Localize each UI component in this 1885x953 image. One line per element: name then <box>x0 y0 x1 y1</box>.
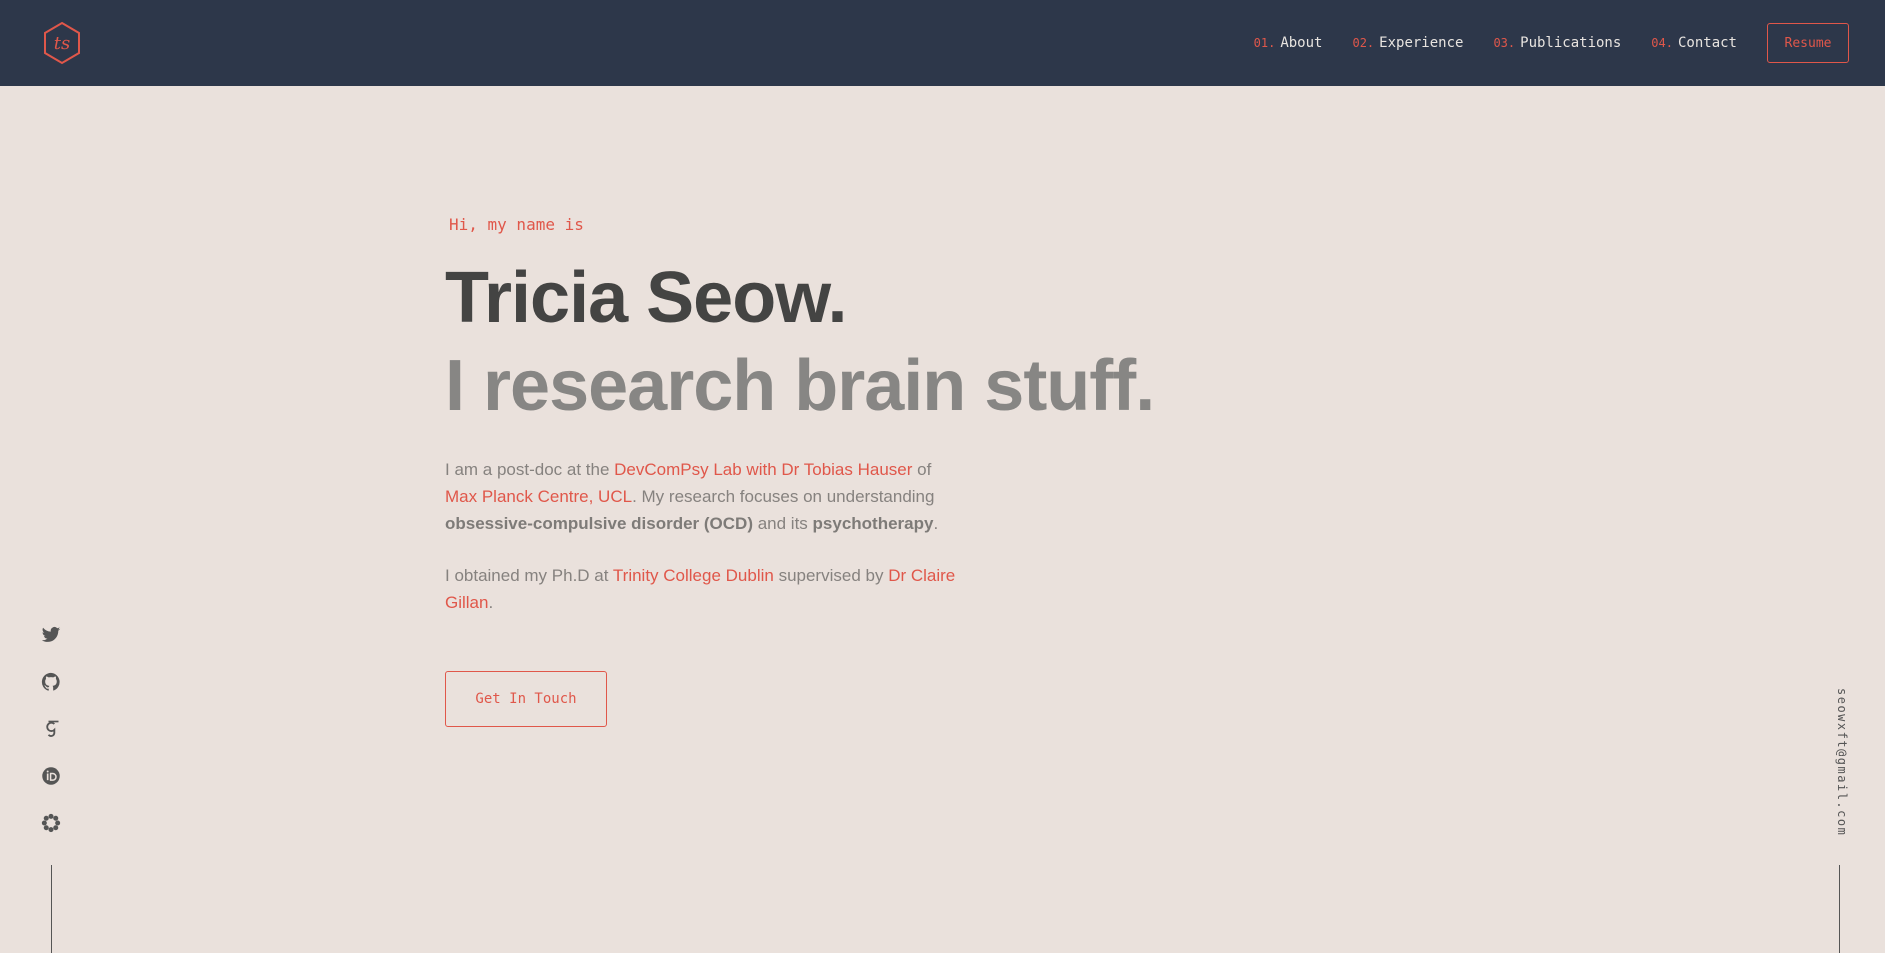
hero-section: Hi, my name is Tricia Seow. I research b… <box>445 215 1225 727</box>
nav-number: 02. <box>1352 36 1375 50</box>
devcompsy-lab-link[interactable]: DevComPsy Lab with Dr Tobias Hauser <box>614 460 912 479</box>
bio-text: and its <box>752 514 813 533</box>
social-links <box>38 622 64 857</box>
nav-number: 03. <box>1493 36 1516 50</box>
right-vertical-line <box>1839 865 1840 953</box>
researchgate-icon <box>41 813 61 833</box>
top-navbar: ts 01. About 02. Experience 03. Publication… <box>0 0 1885 86</box>
orcid-link[interactable] <box>38 763 64 789</box>
bio-text: supervised by <box>773 566 889 585</box>
bio-text: . My research focuses on understanding <box>632 487 935 506</box>
bio-emphasis-ocd: obsessive-compulsive disorder (OCD) <box>445 514 753 533</box>
bio-paragraph-2: I obtained my Ph.D at Trinity College Du… <box>445 562 965 616</box>
nav-item-contact[interactable]: 04. Contact <box>1651 35 1737 51</box>
left-vertical-line <box>51 865 52 953</box>
nav-label: Contact <box>1677 35 1737 51</box>
orcid-icon <box>42 767 60 785</box>
bio-emphasis-psychotherapy: psychotherapy <box>812 514 934 533</box>
max-planck-link[interactable]: Max Planck Centre, UCL <box>445 487 632 506</box>
nav-item-about[interactable]: 01. About <box>1254 35 1323 51</box>
bio-text: I am a post-doc at the <box>445 460 615 479</box>
google-scholar-link[interactable] <box>38 716 64 742</box>
name-heading: Tricia Seow. <box>445 258 848 338</box>
nav-right: 01. About 02. Experience 03. Publications 0… <box>1254 23 1849 63</box>
bio-text: I obtained my Ph.D at <box>445 566 613 585</box>
nav-label: Experience <box>1379 35 1464 51</box>
tagline-heading: I research brain stuff. <box>445 346 1155 426</box>
email-link[interactable]: seowxft@gmail.com <box>1835 688 1849 836</box>
bio-paragraph-1: I am a post-doc at the DevComPsy Lab wit… <box>445 456 965 537</box>
github-link[interactable] <box>38 669 64 695</box>
nav-links: 01. About 02. Experience 03. Publications 0… <box>1254 35 1737 51</box>
greeting-text: Hi, my name is <box>449 215 584 234</box>
email-sidebar: seowxft@gmail.com <box>1835 688 1861 838</box>
twitter-link[interactable] <box>38 622 64 648</box>
github-icon <box>41 672 60 691</box>
nav-label: About <box>1280 35 1323 51</box>
researchgate-link[interactable] <box>38 810 64 836</box>
bio-text: . <box>933 514 939 533</box>
bio-text: of <box>912 460 932 479</box>
get-in-touch-button[interactable]: Get In Touch <box>445 671 607 727</box>
resume-button[interactable]: Resume <box>1767 23 1849 63</box>
bio-text: . <box>488 593 494 612</box>
logo-text: ts <box>54 33 70 54</box>
nav-item-publications[interactable]: 03. Publications <box>1493 35 1621 51</box>
google-scholar-icon <box>46 720 59 737</box>
nav-label: Publications <box>1520 35 1622 51</box>
twitter-icon <box>41 627 61 642</box>
nav-item-experience[interactable]: 02. Experience <box>1352 35 1463 51</box>
logo-icon[interactable]: ts <box>40 21 84 65</box>
nav-number: 04. <box>1651 36 1673 50</box>
nav-number: 01. <box>1253 36 1276 50</box>
trinity-college-link[interactable]: Trinity College Dublin <box>613 566 774 585</box>
